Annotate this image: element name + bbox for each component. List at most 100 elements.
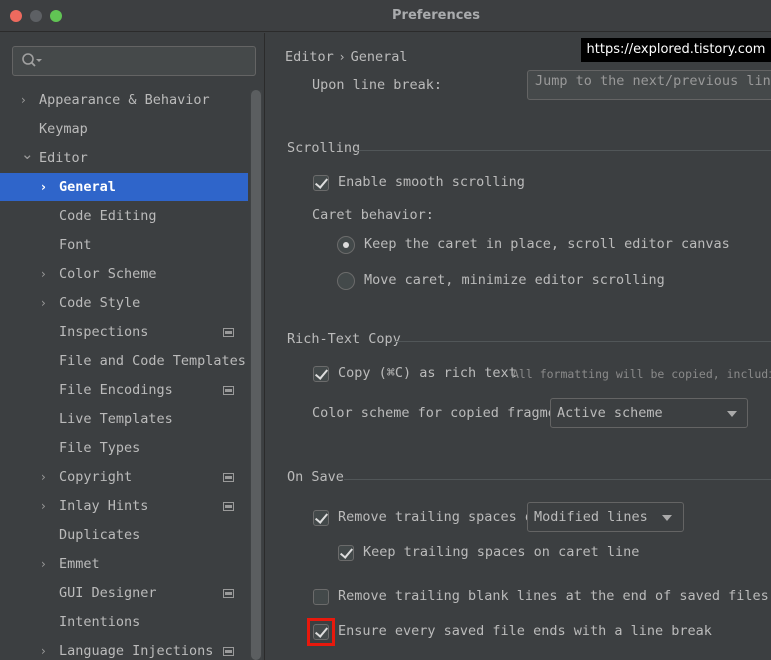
sidebar-item-label: File Types xyxy=(59,440,141,456)
sidebar-item-label: Duplicates xyxy=(59,527,141,543)
sidebar-item-label: General xyxy=(59,179,116,195)
chevron-down-icon xyxy=(662,515,672,521)
sidebar-item-editor[interactable]: ⌄ Editor xyxy=(0,144,248,172)
sidebar-item-label: Editor xyxy=(39,150,88,166)
watermark-label: https://explored.tistory.com xyxy=(581,38,771,62)
sidebar-item-label: Keymap xyxy=(39,121,88,137)
section-title-on-save: On Save xyxy=(287,469,344,485)
sidebar-item-label: Live Templates xyxy=(59,411,173,427)
remove-blank-lines-label[interactable]: Remove trailing blank lines at the end o… xyxy=(338,588,769,604)
sidebar-item-general[interactable]: › General xyxy=(0,173,248,201)
sidebar-item-inlay-hints[interactable]: › Inlay Hints xyxy=(0,492,248,520)
sidebar-item-code-style[interactable]: › Code Style xyxy=(0,289,248,317)
color-scheme-value: Active scheme xyxy=(557,405,663,421)
sidebar-item-color-scheme[interactable]: › Color Scheme xyxy=(0,260,248,288)
sidebar-item-language-injections[interactable]: › Language Injections xyxy=(0,637,248,660)
sidebar-item-live-templates[interactable]: Live Templates xyxy=(0,405,248,433)
remove-trailing-spaces-checkbox[interactable] xyxy=(313,510,329,526)
chevron-right-icon[interactable]: › xyxy=(41,492,53,520)
caret-behavior-label: Caret behavior: xyxy=(312,207,434,223)
sidebar-item-emmet[interactable]: › Emmet xyxy=(0,550,248,578)
sidebar-item-label: File and Code Templates xyxy=(59,353,246,369)
caret-keep-label[interactable]: Keep the caret in place, scroll editor c… xyxy=(364,236,730,252)
sidebar-scrollbar[interactable] xyxy=(250,90,262,660)
search-input[interactable] xyxy=(12,46,256,76)
chevron-down-icon[interactable]: ⌄ xyxy=(21,140,34,168)
trailing-spaces-dropdown[interactable]: Modified lines xyxy=(527,502,684,532)
chevron-right-icon[interactable]: › xyxy=(41,550,53,578)
sidebar-item-duplicates[interactable]: Duplicates xyxy=(0,521,248,549)
smooth-scrolling-label[interactable]: Enable smooth scrolling xyxy=(338,174,525,190)
sidebar-item-gui-designer[interactable]: GUI Designer xyxy=(0,579,248,607)
window-title: Preferences xyxy=(392,8,480,23)
project-scope-icon xyxy=(223,386,234,395)
sidebar-item-appearance-behavior[interactable]: › Appearance & Behavior xyxy=(0,86,248,114)
keep-trailing-spaces-checkbox[interactable] xyxy=(338,545,354,561)
chevron-right-icon[interactable]: › xyxy=(41,463,53,491)
sidebar-item-label: Code Style xyxy=(59,295,141,311)
chevron-right-icon[interactable]: › xyxy=(21,86,33,114)
sidebar-item-label: Inlay Hints xyxy=(59,498,149,514)
section-divider xyxy=(394,341,771,342)
sidebar-item-inspections[interactable]: Inspections xyxy=(0,318,248,346)
project-scope-icon xyxy=(223,502,234,511)
settings-sidebar: › Appearance & Behavior Keymap ⌄ Editor › Gene… xyxy=(0,33,265,660)
section-divider xyxy=(356,150,771,151)
sidebar-item-label: Language Injections xyxy=(59,643,214,659)
remove-trailing-spaces-label[interactable]: Remove trailing spaces on: xyxy=(338,509,549,525)
project-scope-icon xyxy=(223,589,234,598)
sidebar-item-file-and-code-templates[interactable]: File and Code Templates xyxy=(0,347,248,375)
sidebar-item-label: Copyright xyxy=(59,469,133,485)
chevron-right-icon[interactable]: › xyxy=(41,637,53,660)
sidebar-item-label: Color Scheme xyxy=(59,266,157,282)
project-scope-icon xyxy=(223,473,234,482)
sidebar-item-label: Appearance & Behavior xyxy=(39,92,210,108)
chevron-down-icon xyxy=(727,411,737,417)
project-scope-icon xyxy=(223,647,234,656)
settings-content: Editor › General https://explored.tistory.… xyxy=(266,33,771,660)
sidebar-item-font[interactable]: Font xyxy=(0,231,248,259)
breadcrumb-current: General xyxy=(350,49,408,65)
sidebar-item-file-types[interactable]: File Types xyxy=(0,434,248,462)
sidebar-item-intentions[interactable]: Intentions xyxy=(0,608,248,636)
caret-move-label[interactable]: Move caret, minimize editor scrolling xyxy=(364,272,665,288)
title-bar: Preferences xyxy=(0,0,771,32)
sidebar-item-label: GUI Designer xyxy=(59,585,157,601)
project-scope-icon xyxy=(223,328,234,337)
sidebar-scroll-thumb[interactable] xyxy=(251,90,261,660)
rich-text-copy-checkbox[interactable] xyxy=(313,366,329,382)
caret-move-radio[interactable] xyxy=(337,272,355,290)
ensure-line-break-checkbox[interactable] xyxy=(313,624,329,640)
keep-trailing-spaces-label[interactable]: Keep trailing spaces on caret line xyxy=(363,544,639,560)
section-title-rich-text: Rich-Text Copy xyxy=(287,331,401,347)
section-divider xyxy=(344,479,771,480)
sidebar-item-label: Intentions xyxy=(59,614,141,630)
rich-text-hint: All formatting will be copied, including… xyxy=(512,367,771,381)
breadcrumb-parent[interactable]: Editor xyxy=(285,49,334,65)
sidebar-item-code-editing[interactable]: Code Editing xyxy=(0,202,248,230)
sidebar-item-label: Font xyxy=(59,237,92,253)
color-scheme-label: Color scheme for copied fragment: xyxy=(312,405,581,421)
sidebar-item-keymap[interactable]: Keymap xyxy=(0,115,248,143)
caret-keep-radio[interactable] xyxy=(337,236,355,254)
sidebar-item-label: Emmet xyxy=(59,556,100,572)
ensure-line-break-label[interactable]: Ensure every saved file ends with a line… xyxy=(338,623,712,639)
line-break-field[interactable]: Jump to the next/previous line bou xyxy=(527,70,771,100)
color-scheme-dropdown[interactable]: Active scheme xyxy=(550,398,748,428)
smooth-scrolling-checkbox[interactable] xyxy=(313,175,329,191)
chevron-right-icon[interactable]: › xyxy=(41,289,53,317)
chevron-right-icon: › xyxy=(339,50,345,64)
line-break-label: Upon line break: xyxy=(312,77,443,93)
sidebar-item-label: Code Editing xyxy=(59,208,157,224)
sidebar-item-label: Inspections xyxy=(59,324,149,340)
sidebar-item-copyright[interactable]: › Copyright xyxy=(0,463,248,491)
section-title-scrolling: Scrolling xyxy=(287,140,361,156)
sidebar-item-file-encodings[interactable]: File Encodings xyxy=(0,376,248,404)
rich-text-copy-label[interactable]: Copy (⌘C) as rich text xyxy=(338,365,517,381)
breadcrumb: Editor › General xyxy=(285,49,408,65)
trailing-spaces-value: Modified lines xyxy=(534,509,648,525)
search-icon xyxy=(22,53,42,67)
chevron-right-icon[interactable]: › xyxy=(41,260,53,288)
remove-blank-lines-checkbox[interactable] xyxy=(313,589,329,605)
chevron-right-icon[interactable]: › xyxy=(41,173,53,201)
